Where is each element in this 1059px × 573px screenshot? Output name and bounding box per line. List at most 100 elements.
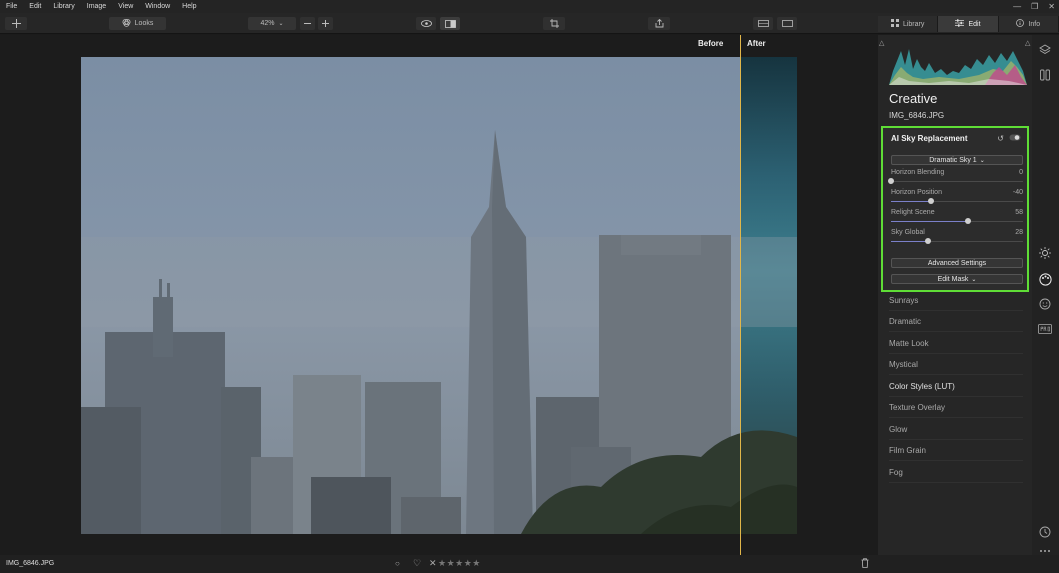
menu-window[interactable]: Window	[139, 3, 176, 10]
layers-icon[interactable]	[1038, 43, 1052, 57]
tool-texture-overlay[interactable]: Texture Overlay	[889, 397, 1023, 418]
single-view-icon[interactable]	[777, 17, 797, 30]
tab-edit[interactable]: Edit	[938, 16, 999, 32]
slider-horizon-blending[interactable]: Horizon Blending 0	[888, 169, 1023, 187]
menu-help[interactable]: Help	[176, 3, 202, 10]
tool-film-grain[interactable]: Film Grain	[889, 440, 1023, 461]
tool-label: Sunrays	[889, 295, 919, 305]
slider-knob[interactable]	[924, 238, 931, 244]
before-label: Before	[698, 39, 724, 48]
zoom-out-button[interactable]	[300, 17, 315, 30]
looks-icon	[122, 18, 131, 29]
status-file-name: IMG_6846.JPG	[6, 560, 55, 567]
slider-knob[interactable]	[927, 198, 934, 204]
slider-knob[interactable]	[964, 218, 971, 224]
restore-icon[interactable]: ❐	[1031, 2, 1038, 11]
eye-icon[interactable]	[416, 17, 436, 30]
slider-label: Horizon Position	[891, 189, 942, 196]
tab-library-label: Library	[902, 20, 925, 28]
tool-label: Glow	[889, 424, 908, 434]
reject-icon[interactable]: ✕	[429, 558, 437, 569]
looks-label: Looks	[134, 20, 154, 27]
zoom-value: 42%	[260, 20, 275, 27]
trash-icon[interactable]	[861, 558, 869, 570]
star-rating[interactable]: ★★★★★	[438, 558, 481, 569]
file-name: IMG_6846.JPG	[889, 111, 945, 120]
slider-value: 58	[1015, 209, 1023, 216]
compare-divider[interactable]	[740, 35, 741, 555]
tool-sunrays[interactable]: Sunrays	[889, 290, 1023, 311]
undo-icon[interactable]: ↺	[997, 134, 1004, 143]
portrait-icon[interactable]	[1038, 297, 1052, 311]
zoom-in-button[interactable]	[318, 17, 333, 30]
tool-mystical[interactable]: Mystical	[889, 354, 1023, 375]
slider-value: 28	[1015, 229, 1023, 236]
sliders-icon	[955, 19, 965, 29]
slider-value: -40	[1012, 189, 1023, 196]
looks-button[interactable]: Looks	[109, 17, 166, 30]
slider-horizon-position[interactable]: Horizon Position -40	[891, 189, 1023, 207]
module-tabs: Library Edit Info	[878, 16, 1059, 32]
panel-title: Creative	[889, 91, 938, 106]
shadows-clipping-icon[interactable]: △	[879, 39, 884, 47]
minimize-icon[interactable]: —	[1013, 2, 1021, 11]
slider-relight-scene[interactable]: Relight Scene 58	[891, 209, 1023, 227]
tool-matte-look[interactable]: Matte Look	[889, 333, 1023, 354]
menu-library[interactable]: Library	[47, 3, 80, 10]
after-label: After	[747, 39, 766, 48]
category-sidebar	[1032, 35, 1059, 555]
slider-label: Relight Scene	[891, 209, 935, 216]
sun-icon[interactable]	[1038, 246, 1052, 260]
menu-bar: File Edit Library Image View Window Help…	[0, 0, 1059, 13]
slider-label: Horizon Blending	[891, 169, 945, 176]
advanced-settings-button[interactable]: Advanced Settings	[891, 258, 1023, 268]
tab-info-label: Info	[1028, 20, 1041, 28]
palette-icon[interactable]	[1038, 272, 1052, 286]
tool-actions: ↺	[997, 134, 1021, 143]
pro-icon[interactable]	[1038, 322, 1052, 336]
add-icon[interactable]	[5, 17, 27, 30]
menu-file[interactable]: File	[0, 3, 23, 10]
slider-label: Sky Global	[891, 229, 925, 236]
heart-icon[interactable]: ♡	[413, 558, 421, 569]
compare-icon[interactable]	[440, 17, 460, 30]
tool-fog[interactable]: Fog	[889, 462, 1023, 483]
slider-fill	[891, 221, 968, 222]
tab-library[interactable]: Library	[878, 16, 939, 32]
more-icon[interactable]	[1038, 547, 1052, 555]
crop-icon[interactable]	[543, 17, 565, 30]
chevron-down-icon: ⌄	[971, 276, 977, 283]
tool-label: Dramatic	[889, 316, 922, 326]
filmstrip-icon[interactable]	[753, 17, 773, 30]
sky-select[interactable]: Dramatic Sky 1 ⌄	[891, 155, 1023, 165]
zoom-select[interactable]: 42% ⌄	[248, 17, 296, 30]
advanced-settings-label: Advanced Settings	[927, 259, 987, 267]
tool-label: Texture Overlay	[889, 402, 946, 412]
menu-view[interactable]: View	[112, 3, 139, 10]
slider-knob[interactable]	[888, 178, 894, 184]
flag-icon[interactable]: ○	[395, 559, 400, 568]
tool-label: Fog	[889, 467, 903, 477]
edit-mask-button[interactable]: Edit Mask ⌄	[891, 274, 1023, 284]
close-icon[interactable]: ✕	[1048, 2, 1055, 11]
image-canvas[interactable]: Before After	[0, 35, 878, 555]
tab-info[interactable]: Info	[998, 16, 1059, 32]
sky-select-value: Dramatic Sky 1	[929, 156, 977, 164]
tool-color-styles[interactable]: Color Styles (LUT)	[889, 376, 1023, 397]
share-icon[interactable]	[648, 17, 670, 30]
highlights-clipping-icon[interactable]: △	[1025, 39, 1030, 47]
info-icon	[1016, 19, 1025, 29]
chevron-down-icon: ⌄	[278, 21, 284, 27]
menu-image[interactable]: Image	[81, 3, 112, 10]
photo	[81, 57, 797, 534]
menu-edit[interactable]: Edit	[23, 3, 47, 10]
tool-glow[interactable]: Glow	[889, 419, 1023, 440]
tab-edit-label: Edit	[968, 20, 981, 28]
history-icon[interactable]	[1038, 525, 1052, 539]
visibility-toggle-icon[interactable]	[1009, 134, 1021, 143]
presets-icon[interactable]	[1038, 68, 1052, 82]
tool-dramatic[interactable]: Dramatic	[889, 311, 1023, 332]
edit-mask-label: Edit Mask	[937, 275, 969, 283]
slider-sky-global[interactable]: Sky Global 28	[891, 229, 1023, 247]
chevron-down-icon: ⌄	[979, 157, 985, 164]
